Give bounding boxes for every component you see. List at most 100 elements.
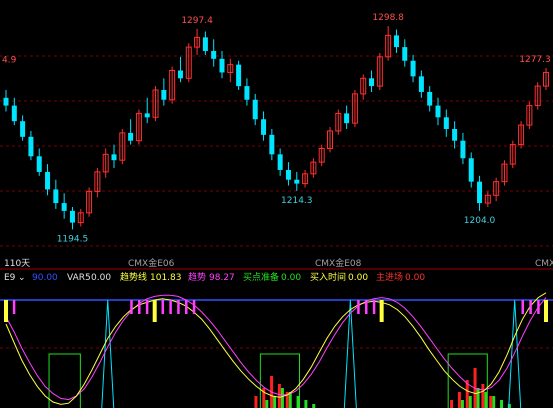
- green-bar-33: [265, 400, 269, 408]
- magenta-mark-22: [177, 300, 180, 314]
- magenta-mark-18: [145, 300, 149, 314]
- indicator-lines: [5, 292, 547, 408]
- candle-38[interactable]: [318, 144, 325, 167]
- candle-7[interactable]: [61, 193, 67, 219]
- candle-20[interactable]: [169, 66, 176, 104]
- item-trend-value: 98.27: [209, 273, 235, 283]
- candle-36[interactable]: [302, 169, 309, 188]
- candle-57[interactable]: [477, 175, 483, 211]
- candle-6[interactable]: [53, 179, 59, 209]
- candle-59[interactable]: [493, 177, 500, 202]
- candle-26[interactable]: [219, 51, 225, 79]
- candle-22[interactable]: [185, 43, 192, 83]
- mainentry-bar-61: [481, 384, 485, 408]
- candle-16[interactable]: [135, 109, 142, 145]
- candle-29[interactable]: [244, 78, 250, 106]
- item-trend-label: 趋势: [188, 271, 206, 283]
- candle-11[interactable]: [94, 168, 101, 198]
- candle-10[interactable]: [86, 187, 93, 217]
- candle-32[interactable]: [269, 129, 275, 161]
- candle-25[interactable]: [211, 39, 217, 67]
- candle-63[interactable]: [526, 101, 533, 129]
- candle-54[interactable]: [452, 121, 458, 149]
- candle-body-55: [460, 140, 466, 159]
- magenta-mark-16: [130, 300, 133, 314]
- candle-45[interactable]: [376, 52, 383, 90]
- green-bar-34: [273, 396, 277, 408]
- candle-13[interactable]: [111, 144, 117, 168]
- item-buytime-label: 买入时间: [310, 271, 346, 283]
- item-var5-label: VAR5: [67, 273, 91, 283]
- green-bar-62: [492, 396, 496, 408]
- candle-2[interactable]: [20, 115, 26, 141]
- candle-24[interactable]: [202, 31, 208, 55]
- indicator-name[interactable]: E9: [4, 273, 16, 283]
- trend-line: [5, 294, 547, 401]
- price-label-0: 1297.4: [181, 16, 213, 26]
- candle-53[interactable]: [443, 109, 449, 137]
- candle-50[interactable]: [418, 70, 424, 98]
- candle-body-30: [252, 99, 258, 120]
- candle-39[interactable]: [327, 127, 333, 153]
- price-label-4: 1277.3: [519, 55, 551, 65]
- xaxis-label-2: CMX金E08: [315, 257, 362, 269]
- candle-65[interactable]: [543, 67, 549, 90]
- candle-56[interactable]: [468, 152, 474, 188]
- magenta-mark-24: [192, 300, 196, 314]
- mainentry-bar-32: [254, 396, 258, 408]
- candles[interactable]: [3, 26, 549, 230]
- candle-14[interactable]: [119, 129, 126, 165]
- candle-9[interactable]: [77, 208, 84, 227]
- candle-28[interactable]: [236, 60, 242, 90]
- candle-19[interactable]: [161, 78, 167, 106]
- candle-30[interactable]: [252, 93, 258, 126]
- magenta-mark-67: [529, 300, 532, 314]
- candle-17[interactable]: [144, 97, 150, 124]
- candle-48[interactable]: [402, 39, 408, 67]
- yellow-mark-19: [152, 300, 157, 322]
- candle-41[interactable]: [344, 105, 350, 129]
- yellow-mark-0: [4, 300, 8, 322]
- cyan-spike-44: [343, 299, 357, 408]
- candle-35[interactable]: [294, 171, 300, 191]
- candle-43[interactable]: [360, 74, 367, 100]
- candle-27[interactable]: [227, 58, 234, 83]
- chevron-down-icon[interactable]: ⌄: [18, 273, 26, 283]
- candle-47[interactable]: [393, 29, 399, 53]
- candle-37[interactable]: [310, 158, 317, 178]
- candle-3[interactable]: [28, 130, 34, 161]
- candle-12[interactable]: [102, 148, 109, 178]
- candle-51[interactable]: [427, 86, 433, 112]
- candle-64[interactable]: [534, 82, 541, 110]
- candle-58[interactable]: [484, 191, 491, 207]
- candle-55[interactable]: [460, 132, 466, 165]
- candle-49[interactable]: [410, 54, 416, 83]
- candle-body-28: [236, 64, 242, 87]
- candle-23[interactable]: [194, 28, 201, 55]
- candle-61[interactable]: [509, 140, 516, 168]
- candle-44[interactable]: [369, 70, 375, 92]
- candle-body-8: [69, 210, 75, 223]
- candle-52[interactable]: [435, 97, 441, 126]
- candle-0[interactable]: [3, 90, 9, 112]
- green-bar-63: [500, 400, 504, 408]
- magenta-mark-17: [138, 300, 141, 314]
- candle-40[interactable]: [335, 109, 342, 135]
- candle-42[interactable]: [351, 90, 358, 128]
- candle-1[interactable]: [11, 97, 17, 126]
- candle-15[interactable]: [128, 119, 134, 145]
- candle-18[interactable]: [152, 86, 159, 122]
- candle-34[interactable]: [285, 162, 291, 186]
- trendline-line: [5, 292, 547, 405]
- candle-33[interactable]: [277, 148, 283, 176]
- candle-body-44: [369, 78, 375, 87]
- candle-body-57: [477, 181, 483, 204]
- candle-4[interactable]: [36, 148, 42, 176]
- cyan-spike-13: [101, 299, 115, 408]
- candle-21[interactable]: [177, 56, 183, 83]
- candle-8[interactable]: [69, 207, 75, 230]
- candle-60[interactable]: [501, 160, 508, 186]
- candle-31[interactable]: [261, 111, 267, 141]
- candle-body-6: [53, 189, 59, 204]
- candle-62[interactable]: [518, 121, 525, 149]
